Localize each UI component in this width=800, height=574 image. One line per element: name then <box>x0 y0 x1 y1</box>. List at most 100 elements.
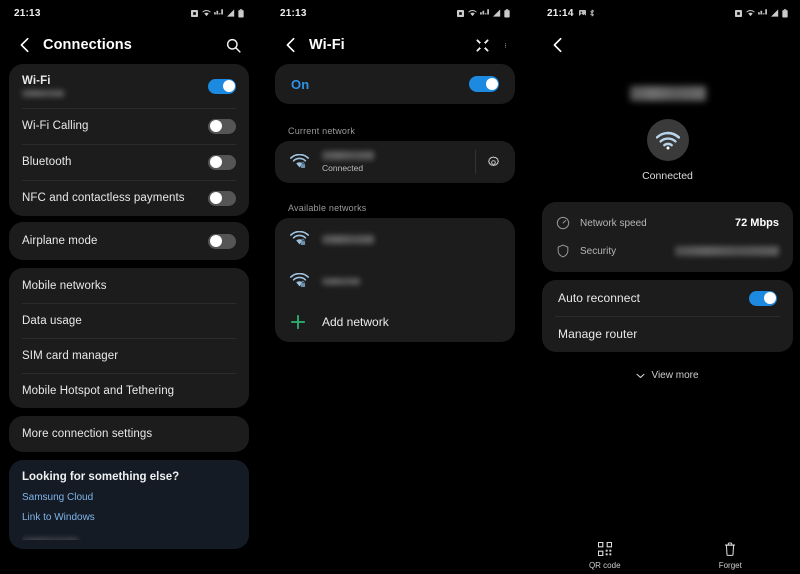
looking-for-something-else-card: Looking for something else? Samsung Clou… <box>9 460 249 549</box>
status-bar: 21:14 <box>536 0 799 26</box>
network-settings-card: Auto reconnect Manage router <box>542 280 793 352</box>
app-bar: Wi-Fi <box>269 26 521 64</box>
setting-label: SIM card manager <box>22 349 119 362</box>
wifi-secure-icon <box>290 273 309 288</box>
network-hero: Connected <box>536 64 799 182</box>
nfc-toggle[interactable] <box>208 190 236 206</box>
wifi-icon <box>201 10 211 17</box>
auto-reconnect-toggle[interactable] <box>749 290 777 306</box>
app-bar: Connections <box>3 26 255 64</box>
setting-row-auto-reconnect[interactable]: Auto reconnect <box>542 280 793 316</box>
available-network-ssid-redacted <box>322 277 360 285</box>
setting-row-manage-router[interactable]: Manage router <box>542 316 793 352</box>
setting-label: Airplane mode <box>22 235 98 247</box>
gear-icon <box>488 155 499 166</box>
phone-screen-connections: 21:13 Connections Wi-Fi Wi-Fi Calling Bl… <box>3 0 255 574</box>
status-bar: 21:13 <box>269 0 521 26</box>
wifi-power-label: On <box>291 76 310 92</box>
wifi-toggle[interactable] <box>208 78 236 94</box>
setting-row-mobile-networks[interactable]: Mobile networks <box>9 268 249 303</box>
hero-wifi-badge <box>646 119 689 161</box>
network-info-card: Network speed 72 Mbps Security <box>542 202 793 272</box>
setting-row-wifi-calling[interactable]: Wi-Fi Calling <box>9 108 249 144</box>
section-header-available-networks: Available networks <box>288 203 367 213</box>
setting-row-airplane-mode[interactable]: Airplane mode <box>9 222 249 260</box>
current-network-settings-button[interactable] <box>475 150 500 174</box>
section-header-current-network: Current network <box>288 126 356 136</box>
signal-icon <box>226 9 234 17</box>
status-left-icons <box>578 9 595 17</box>
current-network-card: Connected <box>275 141 515 183</box>
plus-icon <box>290 314 306 330</box>
status-time: 21:13 <box>14 7 41 19</box>
battery-icon <box>504 8 510 17</box>
setting-row-data-usage[interactable]: Data usage <box>9 303 249 338</box>
setting-row-bluetooth[interactable]: Bluetooth <box>9 144 249 180</box>
back-arrow-icon[interactable] <box>549 36 567 54</box>
current-network-row[interactable]: Connected <box>275 141 515 183</box>
wifi-power-toggle[interactable] <box>469 76 499 92</box>
signal-icon <box>492 9 500 17</box>
available-network-row[interactable] <box>275 260 515 302</box>
add-network-label: Add network <box>322 315 389 329</box>
info-row-network-speed: Network speed 72 Mbps <box>542 209 793 237</box>
help-link-cut-off[interactable] <box>22 532 236 540</box>
setting-label: Mobile networks <box>22 279 107 292</box>
qr-code-label: QR code <box>588 561 621 570</box>
network-icon <box>758 9 767 15</box>
help-link-link-to-windows[interactable]: Link to Windows <box>22 512 236 523</box>
status-time: 21:13 <box>280 7 307 19</box>
setting-label: Data usage <box>22 314 82 327</box>
signal-icon <box>770 9 778 17</box>
overflow-menu-icon[interactable] <box>503 37 508 54</box>
security-value-redacted <box>675 246 779 256</box>
page-title: Connections <box>43 37 132 53</box>
setting-row-sim-card-manager[interactable]: SIM card manager <box>9 338 249 373</box>
battery-icon <box>238 8 244 17</box>
info-key: Network speed <box>580 217 647 229</box>
status-icons <box>191 8 244 18</box>
wifi-secure-icon <box>290 154 309 169</box>
setting-label: Wi-Fi <box>22 75 51 87</box>
connections-toggle-card: Wi-Fi Wi-Fi Calling Bluetooth NFC and co… <box>9 64 249 216</box>
bluetooth-toggle[interactable] <box>208 154 236 170</box>
info-row-security: Security <box>542 237 793 265</box>
wifi-calling-toggle[interactable] <box>208 118 236 134</box>
setting-label: More connection settings <box>22 428 153 440</box>
shield-icon <box>557 244 569 258</box>
forget-network-button[interactable]: Forget <box>668 542 794 570</box>
available-network-row[interactable] <box>275 218 515 260</box>
info-value <box>675 246 779 256</box>
wifi-power-row[interactable]: On <box>275 64 515 104</box>
trash-icon <box>725 542 736 556</box>
hero-ssid-redacted <box>629 86 706 101</box>
setting-row-wifi[interactable]: Wi-Fi <box>9 64 249 108</box>
bluetooth-icon <box>589 9 594 17</box>
view-more-button[interactable]: View more <box>536 360 799 381</box>
help-link-samsung-cloud[interactable]: Samsung Cloud <box>22 492 236 503</box>
phone-screen-wifi-list: 21:13 Wi-Fi On Current network Connected… <box>269 0 521 574</box>
smart-view-icon[interactable] <box>474 37 491 54</box>
hero-status: Connected <box>642 170 693 182</box>
wifi-power-card: On <box>275 64 515 104</box>
setting-row-mobile-hotspot[interactable]: Mobile Hotspot and Tethering <box>9 373 249 408</box>
screenshot-root: 21:13 Connections Wi-Fi Wi-Fi Calling Bl… <box>0 0 800 574</box>
gallery-icon <box>578 9 586 17</box>
forget-label: Forget <box>718 561 742 570</box>
setting-row-nfc[interactable]: NFC and contactless payments <box>9 180 249 216</box>
status-time: 21:14 <box>547 7 574 19</box>
qr-code-button[interactable]: QR code <box>542 542 668 570</box>
wifi-icon <box>745 10 755 17</box>
sim-icon <box>457 9 464 17</box>
available-networks-card: Add network <box>275 218 515 342</box>
detail-action-bar: QR code Forget <box>542 542 793 570</box>
back-arrow-icon[interactable] <box>282 36 300 54</box>
setting-row-more-connection-settings[interactable]: More connection settings <box>9 416 249 452</box>
setting-label: Mobile Hotspot and Tethering <box>22 384 175 397</box>
add-network-button[interactable]: Add network <box>275 302 515 342</box>
current-network-status: Connected <box>322 163 364 173</box>
search-icon[interactable] <box>225 37 242 54</box>
airplane-mode-toggle[interactable] <box>208 233 236 249</box>
back-arrow-icon[interactable] <box>16 36 34 54</box>
phone-screen-wifi-detail: 21:14 Connected Network speed 72 Mbps Se… <box>536 0 799 574</box>
